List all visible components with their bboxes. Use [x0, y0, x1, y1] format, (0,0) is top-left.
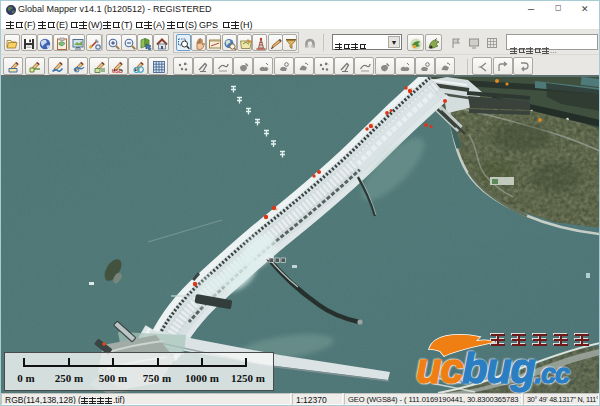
svg-text:USB: USB — [112, 68, 123, 74]
